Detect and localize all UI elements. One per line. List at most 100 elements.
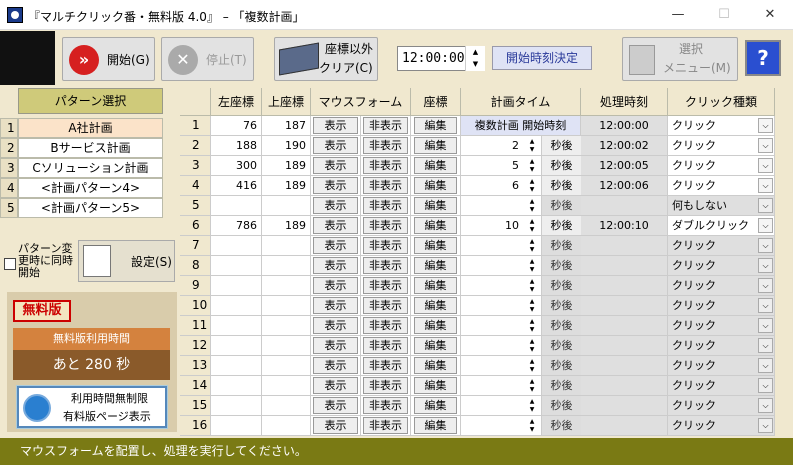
click-type-select[interactable]: クリック ⌵ [668,176,775,196]
plan-spinner[interactable]: ▲ ▼ [525,238,539,254]
click-type-select[interactable]: クリック ⌵ [668,356,775,376]
top-coord[interactable]: 189 [262,156,311,176]
show-button[interactable]: 表示 [313,277,358,294]
top-coord[interactable] [262,296,311,316]
click-type-select[interactable]: クリック ⌵ [668,256,775,276]
show-button[interactable]: 表示 [313,317,358,334]
chevron-down-icon[interactable]: ⌵ [758,338,773,353]
show-button[interactable]: 表示 [313,397,358,414]
plan-spinner[interactable]: ▲ ▼ [525,338,539,354]
show-button[interactable]: 表示 [313,177,358,194]
click-type-select[interactable]: クリック ⌵ [668,316,775,336]
show-button[interactable]: 表示 [313,197,358,214]
top-coord[interactable] [262,236,311,256]
hide-button[interactable]: 非表示 [363,357,408,374]
hide-button[interactable]: 非表示 [363,117,408,134]
click-type-select[interactable]: クリック ⌵ [668,136,775,156]
help-button[interactable]: ? [745,40,781,76]
top-coord[interactable] [262,336,311,356]
hide-button[interactable]: 非表示 [363,237,408,254]
maximize-button[interactable]: ☐ [701,0,747,30]
plan-time-cell[interactable]: 5 ▲ ▼ 秒後 [461,156,581,176]
chevron-down-icon[interactable]: ⌵ [758,298,773,313]
chevron-down-icon[interactable]: ⌵ [758,398,773,413]
edit-button[interactable]: 編集 [414,117,457,134]
edit-button[interactable]: 編集 [414,297,457,314]
click-type-select[interactable]: クリック ⌵ [668,276,775,296]
hide-button[interactable]: 非表示 [363,277,408,294]
show-button[interactable]: 表示 [313,157,358,174]
chevron-down-icon[interactable]: ⌵ [758,418,773,433]
chevron-down-icon[interactable]: ⌵ [758,118,773,133]
top-coord[interactable] [262,256,311,276]
edit-button[interactable]: 編集 [414,137,457,154]
minimize-button[interactable]: — [655,0,701,30]
chevron-down-icon[interactable]: ⌵ [758,238,773,253]
pattern-row[interactable]: 4 <計画パターン4> [0,178,170,198]
left-coord[interactable]: 786 [211,216,262,236]
edit-button[interactable]: 編集 [414,237,457,254]
hide-button[interactable]: 非表示 [363,397,408,414]
plan-spinner[interactable]: ▲ ▼ [525,198,539,214]
left-coord[interactable] [211,416,262,436]
left-coord[interactable]: 416 [211,176,262,196]
show-button[interactable]: 表示 [313,337,358,354]
plan-spinner[interactable]: ▲ ▼ [525,258,539,274]
top-coord[interactable] [262,376,311,396]
close-button[interactable]: ✕ [747,0,793,30]
chevron-down-icon[interactable]: ⌵ [758,258,773,273]
click-type-select[interactable]: ダブルクリック ⌵ [668,216,775,236]
plan-time-cell[interactable]: ▲ ▼ 秒後 [461,196,581,216]
left-coord[interactable]: 300 [211,156,262,176]
edit-button[interactable]: 編集 [414,217,457,234]
top-coord[interactable]: 189 [262,216,311,236]
click-type-select[interactable]: クリック ⌵ [668,376,775,396]
hide-button[interactable]: 非表示 [363,257,408,274]
plan-spinner[interactable]: ▲ ▼ [525,398,539,414]
plan-spinner[interactable]: ▲ ▼ [525,138,539,154]
left-coord[interactable] [211,336,262,356]
stop-button[interactable]: ✕ 停止(T) [161,37,254,81]
left-coord[interactable] [211,376,262,396]
start-on-change-checkbox[interactable] [4,258,16,270]
plan-time-cell[interactable]: ▲ ▼ 秒後 [461,336,581,356]
hide-button[interactable]: 非表示 [363,317,408,334]
left-coord[interactable] [211,356,262,376]
top-coord[interactable]: 189 [262,176,311,196]
plan-time-cell[interactable]: ▲ ▼ 秒後 [461,376,581,396]
edit-button[interactable]: 編集 [414,357,457,374]
plan-time-cell[interactable]: ▲ ▼ 秒後 [461,236,581,256]
click-type-select[interactable]: クリック ⌵ [668,396,775,416]
chevron-down-icon[interactable]: ⌵ [758,358,773,373]
edit-button[interactable]: 編集 [414,377,457,394]
plan-time-cell[interactable]: ▲ ▼ 秒後 [461,276,581,296]
plan-time-cell[interactable]: 10 ▲ ▼ 秒後 [461,216,581,236]
plan-time-cell[interactable]: 2 ▲ ▼ 秒後 [461,136,581,156]
left-coord[interactable] [211,276,262,296]
edit-button[interactable]: 編集 [414,317,457,334]
chevron-down-icon[interactable]: ⌵ [758,198,773,213]
hide-button[interactable]: 非表示 [363,177,408,194]
start-button[interactable]: » 開始(G) [62,37,155,81]
unlimited-page-button[interactable]: 利用時間無制限 有料版ページ表示 [17,386,167,428]
click-type-select[interactable]: クリック ⌵ [668,416,775,436]
plan-seconds[interactable]: 5 [461,156,523,175]
plan-time-cell[interactable]: ▲ ▼ 秒後 [461,396,581,416]
show-button[interactable]: 表示 [313,297,358,314]
settings-button[interactable]: 設定(S) [78,240,175,282]
plan-time-cell[interactable]: ▲ ▼ 秒後 [461,256,581,276]
hide-button[interactable]: 非表示 [363,157,408,174]
top-coord[interactable]: 187 [262,116,311,136]
click-type-select[interactable]: クリック ⌵ [668,116,775,136]
plan-spinner[interactable]: ▲ ▼ [525,298,539,314]
top-coord[interactable] [262,316,311,336]
plan-time-cell[interactable]: ▲ ▼ 秒後 [461,416,581,436]
edit-button[interactable]: 編集 [414,417,457,434]
chevron-down-icon[interactable]: ⌵ [758,218,773,233]
clear-except-coords-button[interactable]: 座標以外 クリア(C) [274,37,378,81]
left-coord[interactable] [211,256,262,276]
plan-spinner[interactable]: ▲ ▼ [525,358,539,374]
top-coord[interactable] [262,276,311,296]
chevron-down-icon[interactable]: ⌵ [758,138,773,153]
top-coord[interactable] [262,416,311,436]
